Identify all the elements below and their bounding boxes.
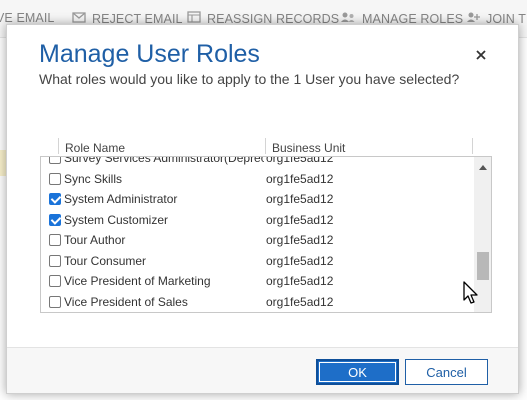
scrollbar-thumb[interactable]: [477, 252, 489, 280]
row-checkbox[interactable]: [49, 234, 61, 246]
business-unit: org1fe5ad12: [266, 233, 334, 247]
table-row[interactable]: Vice President of Sales org1fe5ad12: [41, 292, 473, 313]
column-header-business-unit[interactable]: Business Unit: [267, 141, 345, 155]
row-checkbox[interactable]: [49, 193, 61, 205]
role-name: Vice President of Marketing: [64, 274, 211, 288]
role-name: Tour Author: [64, 233, 126, 247]
business-unit: org1fe5ad12: [266, 212, 334, 227]
row-checkbox[interactable]: [49, 172, 61, 185]
business-unit: org1fe5ad12: [266, 171, 334, 186]
table-row[interactable]: Tour Consumer org1fe5ad12: [41, 251, 473, 272]
roles-grid: Role Name Business Unit Survey Services …: [40, 135, 492, 313]
role-name: Vice President of Sales: [64, 294, 188, 309]
grid-header: Role Name Business Unit: [40, 135, 492, 157]
table-row[interactable]: Survey Services Administrator(Deprecat..…: [41, 157, 473, 169]
role-name: Tour Consumer: [64, 253, 147, 268]
row-checkbox[interactable]: [49, 254, 61, 267]
dialog-subtitle: What roles would you like to apply to th…: [39, 71, 460, 87]
role-name: Sync Skills: [64, 171, 123, 186]
business-unit: org1fe5ad12: [266, 294, 334, 309]
role-name: System Customizer: [64, 212, 169, 227]
column-separator: [472, 138, 473, 154]
business-unit: org1fe5ad12: [266, 274, 334, 288]
table-row[interactable]: Vice President of Marketing org1fe5ad12: [41, 271, 473, 292]
row-checkbox[interactable]: [49, 157, 61, 164]
grid-rows: Survey Services Administrator(Deprecat..…: [41, 157, 473, 312]
grid-body: Survey Services Administrator(Deprecat..…: [40, 157, 492, 313]
close-icon[interactable]: [473, 47, 489, 63]
dialog-footer: OK Cancel: [7, 347, 518, 393]
table-row[interactable]: System Administrator org1fe5ad12: [41, 189, 473, 210]
business-unit: org1fe5ad12: [266, 192, 334, 206]
row-checkbox[interactable]: [49, 295, 61, 308]
scroll-up-arrow-icon[interactable]: [479, 165, 487, 170]
column-separator: [265, 138, 266, 154]
row-checkbox[interactable]: [49, 275, 61, 287]
role-name: Survey Services Administrator(Deprecat..…: [64, 157, 264, 165]
ok-button[interactable]: OK: [316, 359, 399, 385]
table-row[interactable]: Sync Skills org1fe5ad12: [41, 169, 473, 190]
business-unit: org1fe5ad12: [266, 157, 334, 165]
column-header-role-name[interactable]: Role Name: [60, 141, 125, 155]
dialog-title: Manage User Roles: [39, 40, 260, 68]
row-checkbox[interactable]: [49, 213, 61, 226]
role-name: System Administrator: [64, 192, 178, 206]
business-unit: org1fe5ad12: [266, 253, 334, 268]
vertical-scrollbar[interactable]: [474, 157, 491, 312]
table-row[interactable]: System Customizer org1fe5ad12: [41, 210, 473, 231]
column-separator: [58, 138, 59, 154]
table-row[interactable]: Tour Author org1fe5ad12: [41, 230, 473, 251]
cancel-button[interactable]: Cancel: [405, 359, 488, 385]
manage-user-roles-dialog: Manage User Roles What roles would you l…: [6, 24, 519, 394]
